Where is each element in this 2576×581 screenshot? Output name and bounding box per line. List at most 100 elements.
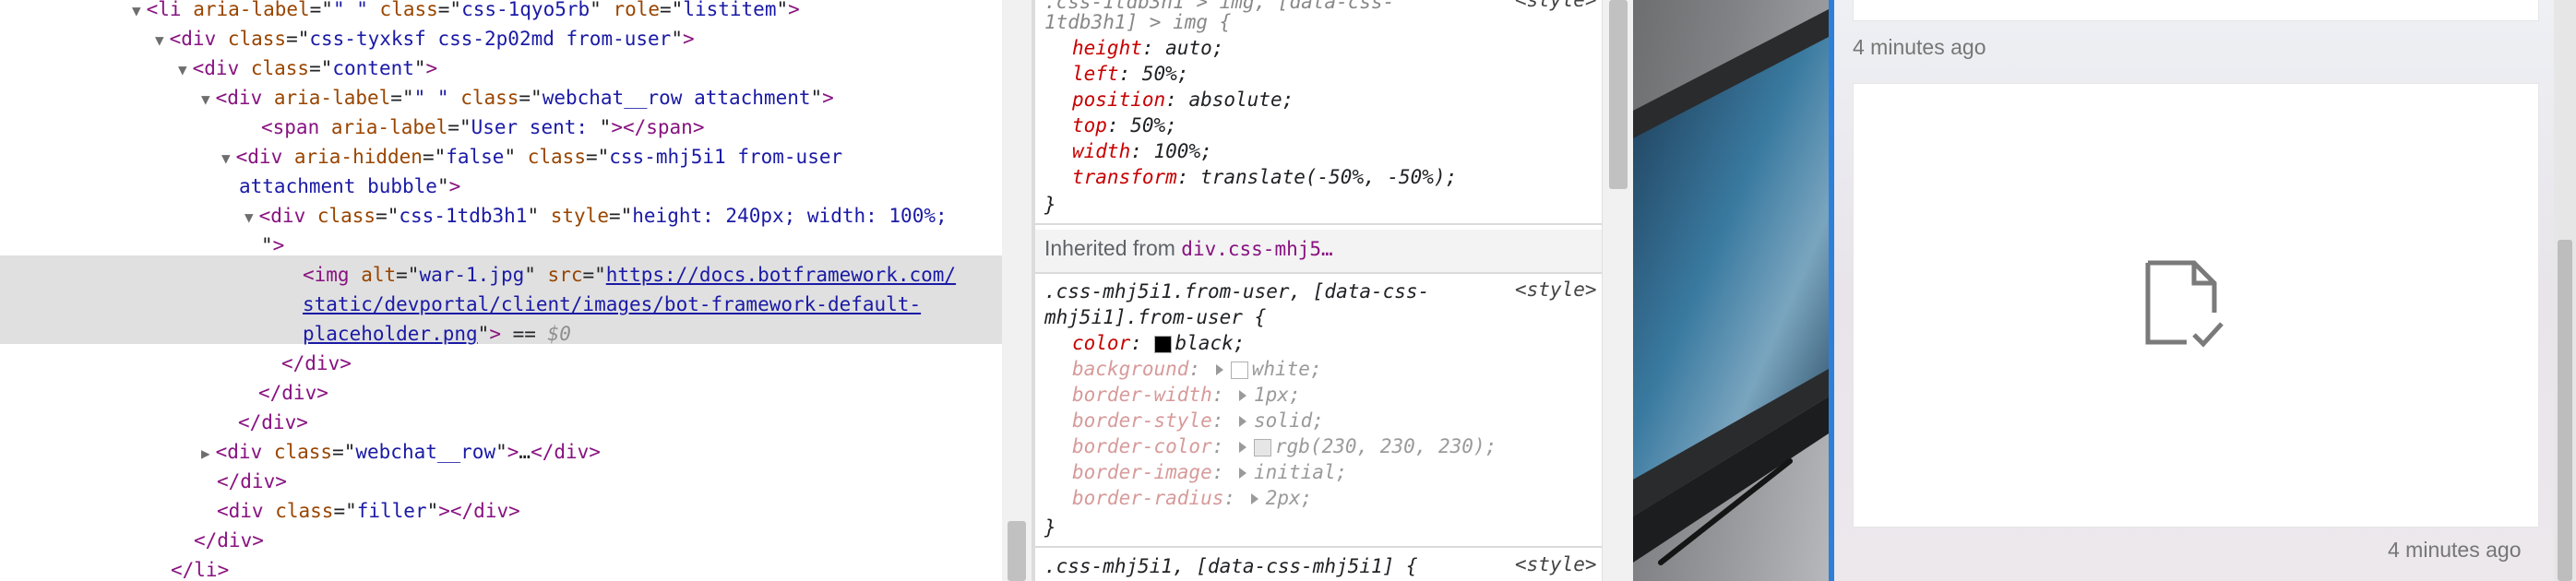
styles-scrollbar-thumb[interactable] xyxy=(1609,0,1628,189)
expand-shorthand-icon[interactable] xyxy=(1239,390,1247,401)
css-property-value[interactable]: initial; xyxy=(1254,461,1347,483)
collapse-triangle-icon[interactable]: ▼ xyxy=(132,2,141,19)
css-property-value[interactable]: black; xyxy=(1175,332,1246,354)
dom-node-line[interactable]: ▶ <div class="webchat__row">…</div> xyxy=(201,437,601,468)
css-property-name[interactable]: border-style xyxy=(1072,409,1212,432)
css-property-name[interactable]: border-radius xyxy=(1072,487,1223,509)
css-property-name[interactable]: height xyxy=(1072,37,1142,59)
rule1-source-link[interactable]: <style> xyxy=(1515,0,1597,11)
webchat-scrollbar-thumb[interactable] xyxy=(2558,240,2572,581)
expand-shorthand-icon[interactable] xyxy=(1250,493,1258,504)
css-property-name[interactable]: background xyxy=(1072,358,1188,380)
css-property-value[interactable]: rgb(230, 230, 230); xyxy=(1275,435,1497,457)
dom-node-line[interactable]: ▼ <li aria-label="" " class="css-1qyo5rb"… xyxy=(132,0,800,26)
css-declaration[interactable]: background: white; xyxy=(1072,356,1322,382)
expand-triangle-icon[interactable]: ▶ xyxy=(201,445,210,462)
color-swatch[interactable] xyxy=(1254,438,1272,456)
dom-node-line[interactable]: </li> xyxy=(171,555,229,581)
resource-link[interactable]: https://docs.botframework.com/ xyxy=(606,264,956,286)
styles-scrollbar[interactable] xyxy=(1602,0,1634,581)
collapse-triangle-icon[interactable]: ▼ xyxy=(155,31,164,49)
expand-shorthand-icon[interactable] xyxy=(1239,442,1247,453)
expand-shorthand-icon[interactable] xyxy=(1239,468,1247,479)
css-declaration[interactable]: color: black; xyxy=(1072,330,1245,356)
css-property-name[interactable]: transform xyxy=(1072,166,1177,188)
dom-node-line[interactable]: ▼ <div class="css-1tdb3h1" style="height:… xyxy=(244,201,948,232)
dom-node-line[interactable]: </div> xyxy=(258,378,328,408)
dom-node-line[interactable]: attachment bubble"> xyxy=(239,172,460,201)
color-swatch[interactable] xyxy=(1153,335,1172,353)
css-declaration[interactable]: border-radius: 2px; xyxy=(1072,485,1312,511)
css-property-name[interactable]: position xyxy=(1072,89,1165,111)
rule1-selector-line2[interactable]: 1tdb3h1] > img { xyxy=(1044,9,1231,35)
dom-node-line[interactable]: </div> xyxy=(281,349,352,378)
dom-node-line[interactable]: ▼ <div aria-label="" " class="webchat__ro… xyxy=(201,83,834,114)
dom-node-line[interactable]: ▼ <div aria-hidden="false" class="css-mhj… xyxy=(221,142,842,173)
dom-node-line[interactable]: </div> xyxy=(238,408,308,437)
webchat-transcript: 4 minutes ago 4 minutes ago xyxy=(1834,0,2576,581)
dom-token: " xyxy=(261,234,273,256)
css-property-name[interactable]: color xyxy=(1072,332,1130,354)
css-property-value[interactable]: 50%; xyxy=(1142,63,1189,85)
dom-node-line[interactable]: ▼ <div class="css-tyxksf css-2p02md from-… xyxy=(155,24,695,55)
dom-node-line[interactable]: <div class="filler"></div> xyxy=(217,496,520,526)
css-property-name[interactable]: width xyxy=(1072,140,1130,162)
dom-token: <div xyxy=(169,28,228,50)
inherited-selector-link[interactable]: div.css-mhj5… xyxy=(1181,238,1332,260)
css-colon: : xyxy=(1130,140,1154,162)
dom-node-line[interactable]: "> xyxy=(261,231,284,260)
css-declaration[interactable]: top: 50%; xyxy=(1072,113,1177,138)
css-property-name[interactable]: border-image xyxy=(1072,461,1212,483)
css-property-value[interactable]: 100%; xyxy=(1154,140,1212,162)
collapse-triangle-icon[interactable]: ▼ xyxy=(178,61,187,78)
rule2-selector-line1[interactable]: .css-mhj5i1.from-user, [data-css- xyxy=(1044,279,1429,304)
dom-node-line[interactable]: <span aria-label="User sent: "></span> xyxy=(261,113,704,142)
resource-link[interactable]: static/devportal/client/images/bot-frame… xyxy=(303,293,921,315)
css-declaration[interactable]: border-image: initial; xyxy=(1072,459,1347,485)
dom-node-line[interactable]: </div> xyxy=(217,467,287,496)
rule2-source-link[interactable]: <style> xyxy=(1515,279,1597,301)
css-property-value[interactable]: translate(-50%, -50%); xyxy=(1200,166,1457,188)
css-property-value[interactable]: white; xyxy=(1252,358,1322,380)
css-property-value[interactable]: 1px; xyxy=(1254,384,1301,406)
dom-node-line[interactable]: </div> xyxy=(194,526,264,555)
resource-link[interactable]: placeholder.png xyxy=(303,323,478,345)
css-property-value[interactable]: 2px; xyxy=(1266,487,1313,509)
css-property-name[interactable]: top xyxy=(1072,114,1107,136)
css-declaration[interactable]: height: auto; xyxy=(1072,35,1223,61)
rule2-selector-line2[interactable]: mhj5i1].from-user { xyxy=(1044,304,1266,330)
color-swatch[interactable] xyxy=(1230,361,1248,379)
dom-node-line[interactable]: static/devportal/client/images/bot-frame… xyxy=(303,290,921,319)
css-property-value[interactable]: absolute; xyxy=(1188,89,1294,111)
css-property-value[interactable]: 50%; xyxy=(1130,114,1177,136)
collapse-triangle-icon[interactable]: ▼ xyxy=(201,90,210,108)
css-declaration[interactable]: transform: translate(-50%, -50%); xyxy=(1072,164,1457,190)
message-timestamp: 4 minutes ago xyxy=(2388,538,2522,562)
dom-node-line[interactable]: placeholder.png"> == $0 xyxy=(303,319,571,349)
dom-node-line[interactable]: <img alt="war-1.jpg" src="https://docs.b… xyxy=(303,260,956,290)
dom-tree-scrollbar-thumb[interactable] xyxy=(1008,521,1026,581)
rule3-source-link[interactable]: <style> xyxy=(1515,553,1597,575)
previous-attachment-card[interactable] xyxy=(1853,0,2539,21)
css-declaration[interactable]: border-color: rgb(230, 230, 230); xyxy=(1072,433,1497,459)
css-property-name[interactable]: border-color xyxy=(1072,435,1212,457)
expand-shorthand-icon[interactable] xyxy=(1239,416,1247,427)
collapse-triangle-icon[interactable]: ▼ xyxy=(244,208,254,226)
expand-shorthand-icon[interactable] xyxy=(1215,364,1223,375)
rule3-selector[interactable]: .css-mhj5i1, [data-css-mhj5i1] { xyxy=(1044,553,1418,579)
collapse-triangle-icon[interactable]: ▼ xyxy=(221,149,231,167)
css-declaration[interactable]: border-width: 1px; xyxy=(1072,382,1301,408)
dom-node-line[interactable]: ▼ <div class="content"> xyxy=(178,53,437,85)
css-declaration[interactable]: position: absolute; xyxy=(1072,87,1294,113)
css-colon: : xyxy=(1176,166,1201,188)
attachment-bubble[interactable] xyxy=(1853,83,2539,528)
dom-tree-scrollbar[interactable] xyxy=(1002,0,1032,581)
css-property-value[interactable]: solid; xyxy=(1254,409,1324,432)
css-declaration[interactable]: width: 100%; xyxy=(1072,138,1212,164)
css-property-value[interactable]: auto; xyxy=(1165,37,1223,59)
css-declaration[interactable]: left: 50%; xyxy=(1072,61,1188,87)
css-property-name[interactable]: left xyxy=(1072,63,1119,85)
webchat-scrollbar[interactable] xyxy=(2554,0,2576,581)
css-property-name[interactable]: border-width xyxy=(1072,384,1212,406)
css-declaration[interactable]: border-style: solid; xyxy=(1072,408,1324,433)
